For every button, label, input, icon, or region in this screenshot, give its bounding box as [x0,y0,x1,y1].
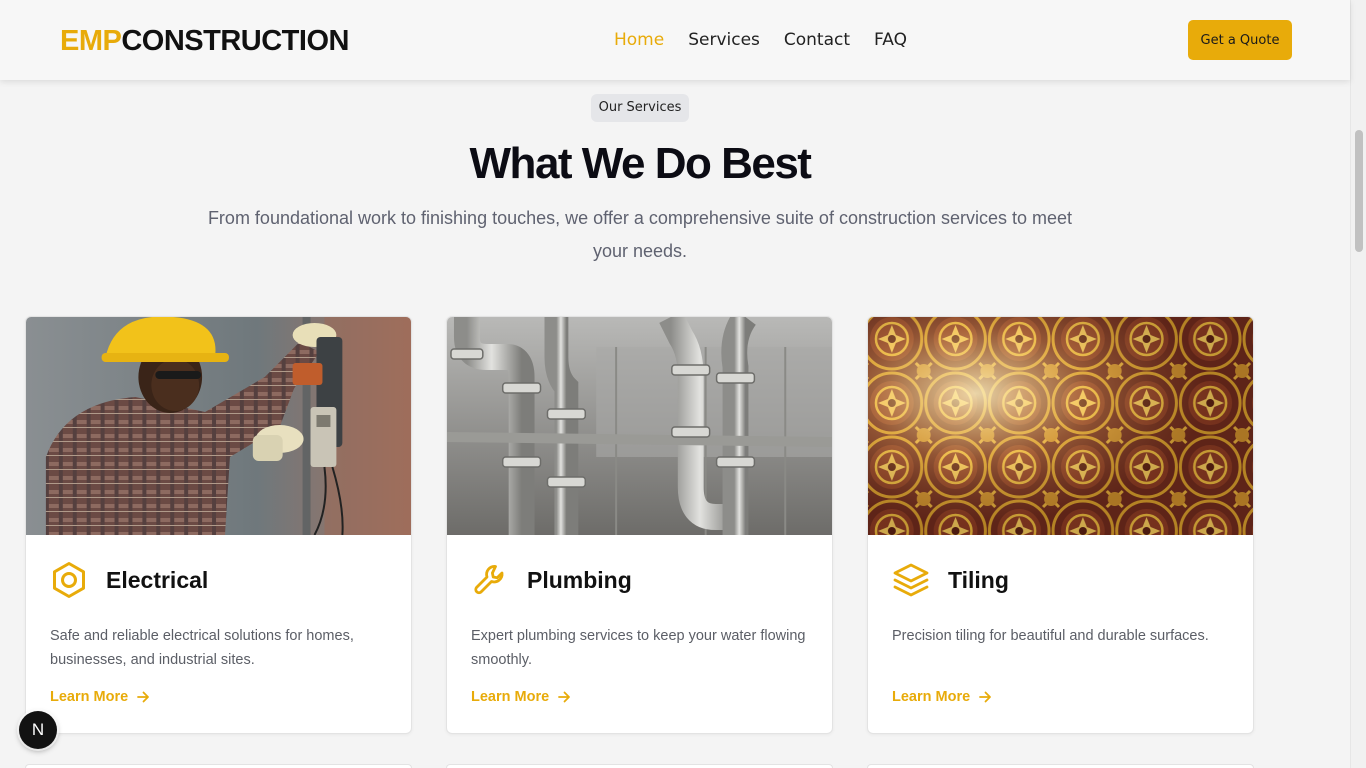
nav-services[interactable]: Services [688,29,760,51]
learn-more-label: Learn More [471,689,550,705]
next-card-edge [867,764,1254,768]
learn-more-label: Learn More [50,689,129,705]
learn-more-link[interactable]: Learn More [50,689,150,705]
electrician-photo [26,317,411,535]
card-title: Electrical [106,566,209,593]
card-description: Expert plumbing services to keep your wa… [471,628,806,668]
next-card-edge [25,764,412,768]
service-card-tiling: Tiling Precision tiling for beautiful an… [867,316,1254,734]
arrow-right-icon [137,691,150,703]
learn-more-label: Learn More [892,689,971,705]
logo-accent: EMP [60,25,122,57]
site-header: EMPCONSTRUCTION Home Services Contact FA… [0,0,1350,80]
logo-text: CONSTRUCTION [121,25,349,57]
section-title: What We Do Best [469,139,812,188]
card-header: Tiling [892,561,1009,599]
card-title: Plumbing [527,566,632,593]
card-description: Precision tiling for beautiful and durab… [892,628,1209,644]
logo[interactable]: EMPCONSTRUCTION [60,24,349,58]
card-header: Electrical [50,561,208,599]
service-card-plumbing: Plumbing Expert plumbing services to kee… [446,316,833,734]
card-title: Tiling [948,566,1009,593]
card-header: Plumbing [471,561,632,599]
pipes-photo [447,317,832,535]
hexagon-nut-icon [53,562,85,598]
page-scrollbar[interactable] [1350,0,1366,768]
section-badge: Our Services [591,94,689,122]
nextjs-dev-badge[interactable]: N [19,711,57,749]
next-card-edge [446,764,833,768]
fab-label: N [31,720,45,739]
get-quote-button[interactable]: Get a Quote [1188,20,1292,60]
service-card-electrical: Electrical Safe and reliable electrical … [25,316,412,734]
nav-contact[interactable]: Contact [784,29,850,51]
tiles-photo [868,317,1253,535]
arrow-right-icon [558,691,571,703]
wrench-icon [474,565,504,595]
scrollbar-thumb[interactable] [1355,130,1363,252]
learn-more-link[interactable]: Learn More [892,689,992,705]
nav-faq[interactable]: FAQ [874,29,907,51]
main-nav: Home Services Contact FAQ [614,29,907,51]
nav-home[interactable]: Home [614,29,664,51]
arrow-right-icon [979,691,992,703]
layers-icon [893,563,929,597]
card-description: Safe and reliable electrical solutions f… [50,628,354,668]
section-subtitle: From foundational work to finishing touc… [207,208,1073,261]
learn-more-link[interactable]: Learn More [471,689,571,705]
